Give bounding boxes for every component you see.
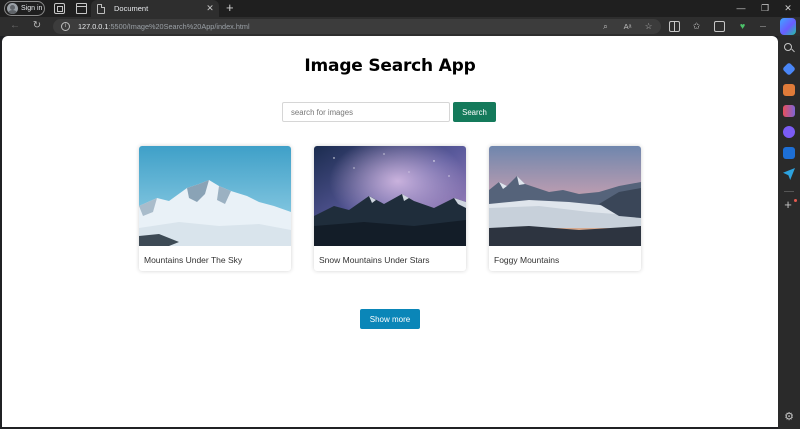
card-caption: Snow Mountains Under Stars: [319, 255, 430, 265]
night-mountain-image[interactable]: [314, 146, 466, 246]
tab-title: Document: [114, 4, 149, 13]
read-aloud-icon[interactable]: Aᵃ: [622, 21, 633, 32]
copilot-icon[interactable]: [780, 18, 796, 35]
games-icon[interactable]: [783, 105, 795, 117]
new-tab-icon[interactable]: +: [226, 1, 234, 15]
browser-tab[interactable]: Document ✕: [91, 0, 219, 17]
drop-send-icon[interactable]: [783, 168, 795, 180]
workspaces-icon[interactable]: [54, 3, 65, 14]
url-path: :5500/Image%20Search%20App/index.html: [108, 22, 250, 31]
performance-icon[interactable]: ♥: [737, 21, 748, 32]
window-close-icon[interactable]: ✕: [781, 1, 795, 15]
reload-icon[interactable]: ↻: [30, 20, 44, 32]
mountain-image[interactable]: [139, 146, 291, 246]
browser-toolbar: ← ↻ i 127.0.0.1:5500/Image%20Search%20Ap…: [0, 17, 800, 36]
document-icon: [97, 3, 105, 14]
search-input[interactable]: [282, 102, 450, 122]
search-button[interactable]: Search: [453, 102, 496, 122]
image-card[interactable]: Snow Mountains Under Stars: [314, 146, 466, 271]
copilot-sidebar-icon[interactable]: [783, 126, 795, 138]
page-title: Image Search App: [304, 56, 476, 76]
sign-in-button[interactable]: Sign in: [4, 1, 45, 16]
page-viewport: Image Search App Search Mountains Under …: [2, 36, 778, 427]
image-card[interactable]: Foggy Mountains: [489, 146, 641, 271]
info-icon[interactable]: i: [61, 22, 70, 31]
tab-close-icon[interactable]: ✕: [204, 4, 216, 13]
sidebar-settings-icon[interactable]: ⚙: [783, 411, 795, 423]
minimize-icon[interactable]: —: [734, 1, 748, 15]
shopping-tag-icon[interactable]: [782, 62, 796, 76]
browser-sidebar: + ⚙: [778, 36, 800, 429]
favorite-star-icon[interactable]: ☆: [643, 21, 654, 32]
favorites-icon[interactable]: ✩: [691, 21, 702, 32]
tab-actions-icon[interactable]: [76, 3, 87, 14]
image-card[interactable]: Mountains Under The Sky: [139, 146, 291, 271]
sidebar-divider: [784, 191, 794, 192]
card-caption: Foggy Mountains: [494, 255, 560, 265]
avatar-icon: [7, 3, 18, 14]
sign-in-label: Sign in: [21, 5, 43, 12]
card-caption: Mountains Under The Sky: [144, 255, 243, 265]
maximize-icon[interactable]: ❐: [758, 1, 772, 15]
zoom-icon[interactable]: ⌕: [600, 21, 611, 32]
tab-strip: Sign in Document ✕ + — ❐ ✕: [0, 0, 800, 17]
sidebar-search-icon[interactable]: [783, 42, 795, 54]
add-app-icon[interactable]: +: [782, 198, 794, 212]
split-screen-icon[interactable]: [669, 21, 680, 32]
outlook-icon[interactable]: [783, 147, 795, 159]
notification-dot: [794, 199, 797, 202]
foggy-mountain-image[interactable]: [489, 146, 641, 246]
tools-bag-icon[interactable]: [783, 84, 795, 96]
back-arrow-icon[interactable]: ←: [8, 20, 22, 32]
more-options-icon[interactable]: ···: [757, 21, 768, 32]
show-more-button[interactable]: Show more: [360, 309, 420, 329]
url-text[interactable]: 127.0.0.1:5500/Image%20Search%20App/inde…: [78, 22, 250, 31]
address-bar[interactable]: i 127.0.0.1:5500/Image%20Search%20App/in…: [53, 19, 661, 34]
collections-icon[interactable]: [714, 21, 725, 32]
url-host: 127.0.0.1: [78, 22, 109, 31]
